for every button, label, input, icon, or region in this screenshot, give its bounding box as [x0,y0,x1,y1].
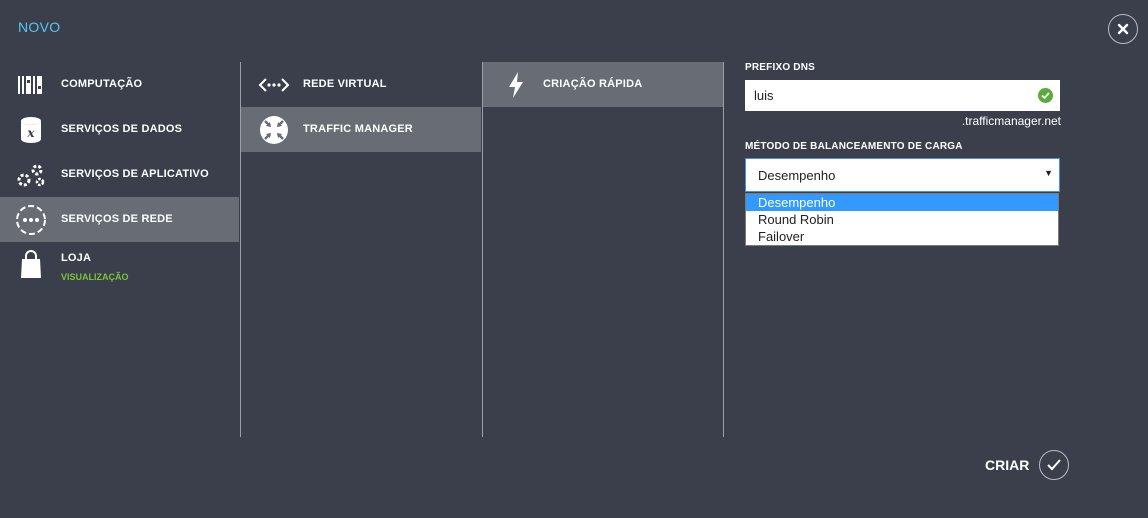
category-label: LOJA [61,252,92,264]
lb-method-select[interactable]: Desempenho ▼ [745,158,1060,192]
network-icon [14,204,48,236]
service-traffic-manager[interactable]: TRAFFIC MANAGER [241,107,481,152]
service-label: REDE VIRTUAL [303,78,387,90]
lb-method-dropdown: Desempenho Round Robin Failover [745,193,1059,246]
category-store[interactable]: LOJA VISUALIZAÇÃO [0,242,239,287]
dropdown-arrow-icon: ▼ [1044,168,1053,178]
svg-text:x: x [26,126,35,140]
close-icon [1117,23,1129,35]
category-list: COMPUTAÇÃO x SERVIÇOS DE DADOS SERVIÇOS … [0,62,239,437]
category-app-services[interactable]: SERVIÇOS DE APLICATIVO [0,152,239,197]
category-data-services[interactable]: x SERVIÇOS DE DADOS [0,107,239,152]
column-divider [723,62,724,437]
compute-icon [14,69,48,101]
lb-method-label: MÉTODO DE BALANCEAMENTO DE CARGA [745,141,963,152]
service-virtual-network[interactable]: REDE VIRTUAL [241,62,481,107]
dropdown-option[interactable]: Desempenho [746,194,1058,211]
create-options-list: CRIAÇÃO RÁPIDA [482,62,723,437]
category-label: COMPUTAÇÃO [61,78,143,90]
valid-check-icon [1038,88,1053,103]
lightning-icon [499,69,533,101]
gears-icon [14,159,48,191]
shopping-bag-icon [14,249,48,281]
service-label: TRAFFIC MANAGER [303,123,413,135]
dns-prefix-input[interactable] [745,80,1060,111]
checkmark-icon [1039,450,1070,480]
category-label: SERVIÇOS DE APLICATIVO [61,168,209,180]
preview-badge: VISUALIZAÇÃO [61,272,129,282]
lb-method-value: Desempenho [758,167,836,183]
traffic-manager-form: PREFIXO DNS .trafficmanager.net MÉTODO D… [745,62,1061,246]
database-icon: x [14,114,48,146]
option-quick-create[interactable]: CRIAÇÃO RÁPIDA [483,62,723,107]
category-label: SERVIÇOS DE DADOS [61,123,183,135]
virtual-network-icon [257,69,291,101]
dropdown-option[interactable]: Round Robin [746,211,1058,228]
option-label: CRIAÇÃO RÁPIDA [543,78,643,90]
dropdown-option[interactable]: Failover [746,228,1058,245]
create-label: CRIAR [985,457,1030,473]
close-button[interactable] [1108,14,1138,44]
category-compute[interactable]: COMPUTAÇÃO [0,62,239,107]
traffic-manager-icon [257,114,291,146]
network-services-list: REDE VIRTUAL TRAFFIC MANAGER [240,62,481,437]
dns-suffix: .trafficmanager.net [961,114,1061,128]
dns-prefix-label: PREFIXO DNS [745,62,815,73]
category-network-services[interactable]: SERVIÇOS DE REDE [0,197,239,242]
page-title: NOVO [18,19,61,35]
category-label: SERVIÇOS DE REDE [61,213,173,225]
create-button[interactable]: CRIAR [985,450,1070,480]
